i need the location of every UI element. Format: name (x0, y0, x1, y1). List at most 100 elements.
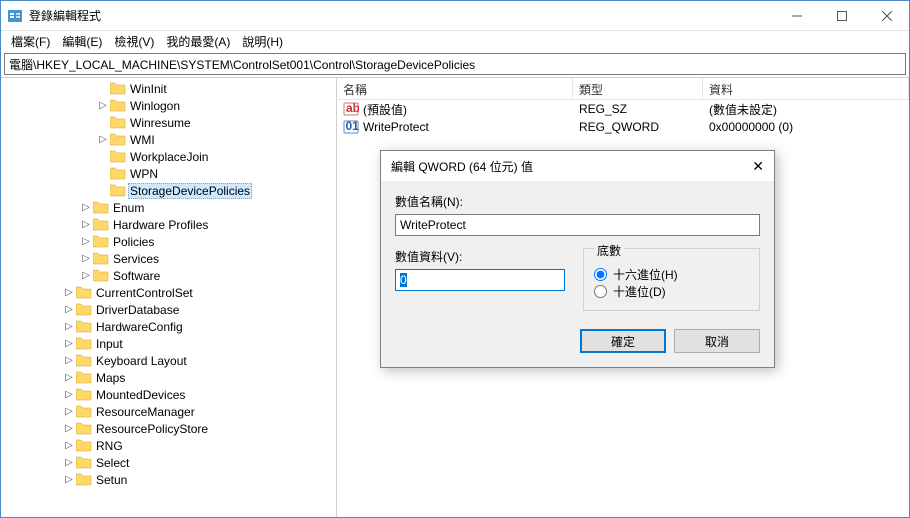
minimize-button[interactable] (774, 1, 819, 30)
radio-hex-input[interactable] (594, 268, 607, 281)
folder-icon (93, 218, 109, 232)
tree-item[interactable]: ▷Setun (1, 471, 336, 488)
tree-item[interactable]: ▷ DriverDatabase (1, 301, 336, 318)
tree-item[interactable]: ▷ResourceManager (1, 403, 336, 420)
list-row[interactable]: 011WriteProtectREG_QWORD0x00000000 (0) (337, 118, 909, 136)
tree-item[interactable]: ▷Software (1, 267, 336, 284)
tree-item[interactable]: ▷ ResourcePolicyStore (1, 420, 336, 437)
expand-icon[interactable]: ▷ (79, 219, 93, 230)
folder-icon (93, 201, 109, 215)
radio-dec[interactable]: 十進位(D) (594, 283, 749, 300)
expand-icon[interactable]: ▷ (62, 372, 76, 383)
expand-icon[interactable]: ▷ (62, 474, 76, 485)
tree-item[interactable]: ▷MountedDevices (1, 386, 336, 403)
dialog-title: 編輯 QWORD (64 位元) 值 (391, 158, 736, 175)
expand-icon[interactable]: ▷ (62, 355, 76, 366)
cancel-button[interactable]: 取消 (674, 329, 760, 353)
reg-string-icon: ab (343, 101, 359, 117)
col-name[interactable]: 名稱 (337, 78, 573, 99)
expand-icon[interactable]: ▷ (96, 100, 110, 111)
tree-label: ResourcePolicyStore (94, 422, 210, 436)
folder-icon (110, 116, 126, 130)
tree-item[interactable]: ▷ Hardware Profiles (1, 216, 336, 233)
radio-dec-input[interactable] (594, 285, 607, 298)
base-fieldset: 底數 十六進位(H) 十進位(D) (583, 248, 760, 311)
expand-icon[interactable]: ▷ (62, 406, 76, 417)
tree-label: StorageDevicePolicies (128, 183, 252, 199)
maximize-button[interactable] (819, 1, 864, 30)
tree-item[interactable]: WPN (1, 165, 336, 182)
menu-view[interactable]: 檢視(V) (108, 31, 160, 52)
tree-label: RNG (94, 439, 125, 453)
menu-edit[interactable]: 編輯(E) (56, 31, 108, 52)
folder-icon (76, 303, 92, 317)
dialog-close-icon[interactable]: ✕ (736, 158, 764, 175)
expand-icon[interactable]: ▷ (96, 134, 110, 145)
svg-text:011: 011 (346, 119, 360, 133)
tree-item[interactable]: ▷Winlogon (1, 97, 336, 114)
folder-icon (76, 320, 92, 334)
tree-item[interactable]: ▷ WMI (1, 131, 336, 148)
list-row[interactable]: ab(預設值)REG_SZ(數值未設定) (337, 100, 909, 118)
expand-icon[interactable]: ▷ (62, 457, 76, 468)
tree-pane[interactable]: WinInit▷WinlogonWinresume ▷ WMIWorkplaceJo… (1, 78, 337, 517)
tree-item[interactable]: ▷ RNG (1, 437, 336, 454)
menu-file[interactable]: 檔案(F) (5, 31, 56, 52)
value-type: REG_SZ (573, 102, 703, 116)
tree-label: DriverDatabase (94, 303, 181, 317)
address-bar[interactable]: 電腦\HKEY_LOCAL_MACHINE\SYSTEM\ControlSet0… (4, 53, 906, 75)
window-controls (774, 1, 909, 30)
tree-label: WinInit (128, 82, 169, 96)
tree-item[interactable]: ▷HardwareConfig (1, 318, 336, 335)
folder-icon (93, 252, 109, 266)
value-name-field[interactable] (395, 214, 760, 236)
base-legend: 底數 (594, 242, 624, 259)
tree-item[interactable]: WorkplaceJoin (1, 148, 336, 165)
col-type[interactable]: 類型 (573, 78, 703, 99)
ok-button[interactable]: 確定 (580, 329, 666, 353)
folder-icon (76, 473, 92, 487)
expand-icon[interactable]: ▷ (79, 253, 93, 264)
tree-item[interactable]: Winresume (1, 114, 336, 131)
menu-help[interactable]: 說明(H) (236, 31, 289, 52)
tree-item[interactable]: WinInit (1, 80, 336, 97)
tree-label: WMI (128, 133, 157, 147)
tree-item[interactable]: ▷Keyboard Layout (1, 352, 336, 369)
expand-icon[interactable]: ▷ (79, 236, 93, 247)
value-data-field[interactable] (395, 269, 565, 291)
tree-item[interactable]: ▷ Policies (1, 233, 336, 250)
expand-icon[interactable]: ▷ (62, 338, 76, 349)
expand-icon[interactable]: ▷ (79, 270, 93, 281)
tree-label: Hardware Profiles (111, 218, 210, 232)
tree-item[interactable]: ▷ Enum (1, 199, 336, 216)
tree-label: Enum (111, 201, 146, 215)
address-text: 電腦\HKEY_LOCAL_MACHINE\SYSTEM\ControlSet0… (9, 56, 475, 73)
dialog-title-bar[interactable]: 編輯 QWORD (64 位元) 值 ✕ (381, 151, 774, 181)
expand-icon[interactable]: ▷ (62, 423, 76, 434)
tree-item[interactable]: ▷Services (1, 250, 336, 267)
tree-item[interactable]: ▷CurrentControlSet (1, 284, 336, 301)
value-name: (預設值) (363, 101, 407, 118)
expand-icon[interactable]: ▷ (62, 389, 76, 400)
expand-icon[interactable]: ▷ (62, 321, 76, 332)
col-data[interactable]: 資料 (703, 78, 909, 99)
folder-icon (76, 388, 92, 402)
title-bar: 登錄編輯程式 (1, 1, 909, 31)
tree-item[interactable]: ▷Maps (1, 369, 336, 386)
radio-hex[interactable]: 十六進位(H) (594, 266, 749, 283)
folder-icon (76, 422, 92, 436)
folder-icon (76, 286, 92, 300)
value-data: 0x00000000 (0) (703, 120, 909, 134)
expand-icon[interactable]: ▷ (62, 287, 76, 298)
menu-favorites[interactable]: 我的最愛(A) (160, 31, 236, 52)
tree-item[interactable]: ▷Input (1, 335, 336, 352)
tree-item[interactable]: StorageDevicePolicies (1, 182, 336, 199)
expand-icon[interactable]: ▷ (62, 440, 76, 451)
folder-icon (76, 405, 92, 419)
close-button[interactable] (864, 1, 909, 30)
expand-icon[interactable]: ▷ (62, 304, 76, 315)
tree-label: Policies (111, 235, 156, 249)
tree-item[interactable]: ▷Select (1, 454, 336, 471)
folder-icon (76, 354, 92, 368)
expand-icon[interactable]: ▷ (79, 202, 93, 213)
